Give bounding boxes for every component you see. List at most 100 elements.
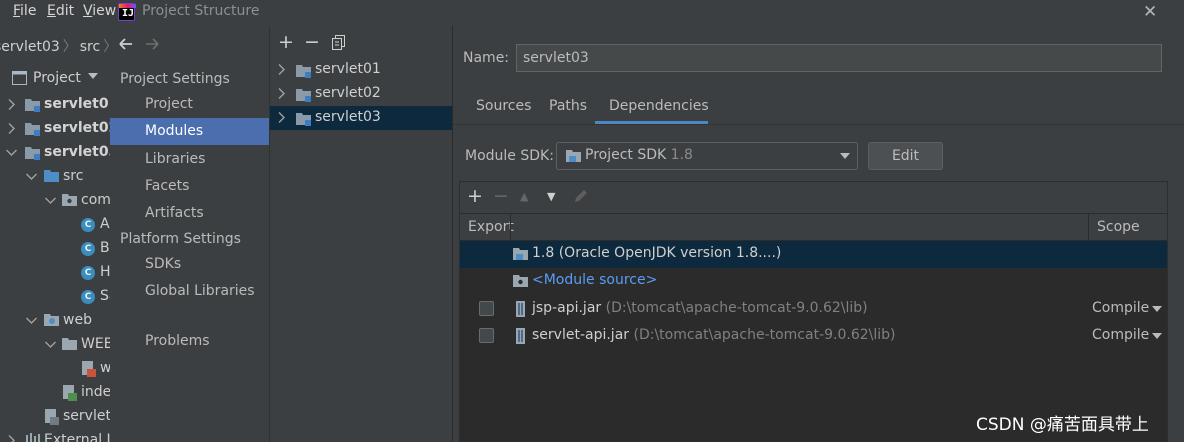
module-name: servlet02 (315, 85, 381, 101)
add-dependency-button[interactable]: + (467, 185, 483, 207)
tree-node-label: servlet03 (44, 144, 110, 160)
title-bar: File Edit View IJ Project Structure ✕ (0, 0, 1184, 26)
module-folder-icon (25, 123, 40, 136)
tree-node-web[interactable]: web (0, 310, 110, 332)
sidebar-item-libraries[interactable]: Libraries (110, 146, 269, 173)
tree-node-label: index (81, 384, 110, 400)
tree-node-class[interactable]: C Sa (0, 286, 110, 308)
tabs-divider (453, 124, 1184, 125)
chevron-down-icon (45, 197, 56, 204)
export-checkbox[interactable] (479, 301, 494, 316)
remove-module-button[interactable]: − (304, 31, 320, 53)
menu-edit[interactable]: Edit (47, 3, 74, 19)
dependency-row-sdk[interactable]: 1.8 (Oracle OpenJDK version 1.8....) (460, 241, 1167, 268)
scope-value[interactable]: Compile (1092, 327, 1149, 343)
chevron-down-icon (840, 153, 850, 159)
tree-node-class[interactable]: C A (0, 214, 110, 236)
chevron-down-icon[interactable] (1152, 306, 1162, 313)
menu-view[interactable]: View (83, 3, 116, 19)
forward-arrow-icon (146, 38, 159, 50)
chevron-right-icon (278, 88, 285, 99)
module-row-servlet02[interactable]: servlet02 (270, 82, 452, 106)
java-class-icon: C (81, 290, 95, 304)
project-view-selector[interactable]: Project (0, 66, 110, 92)
module-folder-icon (25, 99, 40, 112)
tree-node-servlet01[interactable]: servlet01 (0, 94, 110, 116)
chevron-down-icon (26, 317, 37, 324)
chevron-right-icon (8, 435, 15, 442)
module-name-input[interactable] (516, 44, 1162, 72)
module-sdk-dropdown[interactable]: Project SDK 1.8 (556, 142, 858, 170)
copy-icon[interactable] (332, 35, 346, 51)
module-list-panel: + − servlet01 servlet02 servlet03 (270, 26, 453, 442)
tree-node-label: web (63, 312, 92, 328)
module-folder-icon (296, 89, 311, 102)
module-folder-icon (296, 113, 311, 126)
sidebar-item-sdks[interactable]: SDKs (110, 251, 269, 278)
move-down-button[interactable]: ▼ (547, 190, 555, 203)
breadcrumb-item[interactable]: servlet03 (0, 39, 60, 55)
move-up-button[interactable]: ▲ (520, 190, 528, 203)
breadcrumb-separator: 〉 (62, 39, 77, 55)
breadcrumb-item[interactable]: src (80, 39, 100, 55)
scope-value[interactable]: Compile (1092, 300, 1149, 316)
navigation-arrows (119, 38, 159, 50)
tree-node-label: servlet02 (44, 120, 110, 136)
pencil-icon[interactable] (574, 189, 588, 203)
tree-node-label: H (100, 264, 110, 280)
package-icon (62, 194, 77, 206)
sidebar-item-global-libraries[interactable]: Global Libraries (110, 278, 269, 305)
chevron-down-icon (6, 149, 17, 156)
tree-node-label: Sa (100, 288, 110, 304)
project-view-label: Project (33, 70, 81, 86)
tree-node-index[interactable]: index (0, 382, 110, 404)
dialog-title: Project Structure (142, 3, 260, 19)
dependency-row-module-source[interactable]: <Module source> (460, 268, 1167, 295)
sidebar-item-project[interactable]: Project (110, 91, 269, 118)
sidebar-item-modules[interactable]: Modules (110, 118, 269, 145)
sidebar-item-facets[interactable]: Facets (110, 173, 269, 200)
remove-dependency-button[interactable]: − (493, 185, 509, 207)
tree-node-label: WEB (81, 336, 110, 352)
chevron-right-icon (278, 64, 285, 75)
sidebar-item-problems[interactable]: Problems (110, 328, 269, 355)
tree-node-web-xml[interactable]: w (0, 358, 110, 380)
tree-node-class[interactable]: C B (0, 238, 110, 260)
add-module-button[interactable]: + (278, 31, 294, 53)
module-folder-icon (296, 65, 311, 78)
tree-node-servlet02[interactable]: servlet02 (0, 118, 110, 140)
dependencies-table: + − ▲ ▼ Export Scope 1.8 (Oracle OpenJDK… (459, 181, 1168, 442)
column-export[interactable]: Export (468, 219, 514, 235)
java-class-icon: C (81, 242, 95, 256)
tree-node-package[interactable]: com. (0, 190, 110, 212)
edit-sdk-button[interactable]: Edit (868, 142, 943, 170)
export-checkbox[interactable] (479, 328, 494, 343)
dependency-name: <Module source> (532, 272, 658, 288)
project-settings-header: Project Settings (120, 71, 230, 87)
tab-paths[interactable]: Paths (549, 98, 587, 124)
tab-dependencies[interactable]: Dependencies (595, 98, 709, 124)
tree-node-external-libraries[interactable]: External Lib (0, 430, 110, 442)
tab-sources[interactable]: Sources (476, 98, 531, 124)
dependencies-header: Export Scope (460, 213, 1167, 241)
tree-node-servlet03[interactable]: servlet03 (0, 142, 110, 164)
source-folder-icon (513, 275, 528, 287)
menu-file[interactable]: File (13, 3, 36, 19)
sdk-value: Project SDK 1.8 (585, 147, 693, 163)
dependency-row-jsp-api[interactable]: jsp-api.jar (D:\tomcat\apache-tomcat-9.0… (460, 296, 1167, 323)
xml-file-icon (82, 361, 96, 377)
chevron-down-icon (26, 173, 37, 180)
module-row-servlet01[interactable]: servlet01 (270, 58, 452, 82)
chevron-down-icon[interactable] (1152, 333, 1162, 340)
module-row-servlet03[interactable]: servlet03 (270, 106, 452, 130)
column-scope[interactable]: Scope (1097, 219, 1140, 235)
dependency-row-servlet-api[interactable]: servlet-api.jar (D:\tomcat\apache-tomcat… (460, 323, 1167, 350)
web-folder-icon (44, 314, 59, 326)
tree-node-web-inf[interactable]: WEB (0, 334, 110, 356)
tree-node-iml[interactable]: servlet0 (0, 406, 110, 428)
close-icon[interactable]: ✕ (1143, 2, 1157, 22)
tree-node-class[interactable]: C H (0, 262, 110, 284)
tree-node-src[interactable]: src (0, 166, 110, 188)
column-divider (1088, 214, 1089, 241)
sidebar-item-artifacts[interactable]: Artifacts (110, 200, 269, 227)
